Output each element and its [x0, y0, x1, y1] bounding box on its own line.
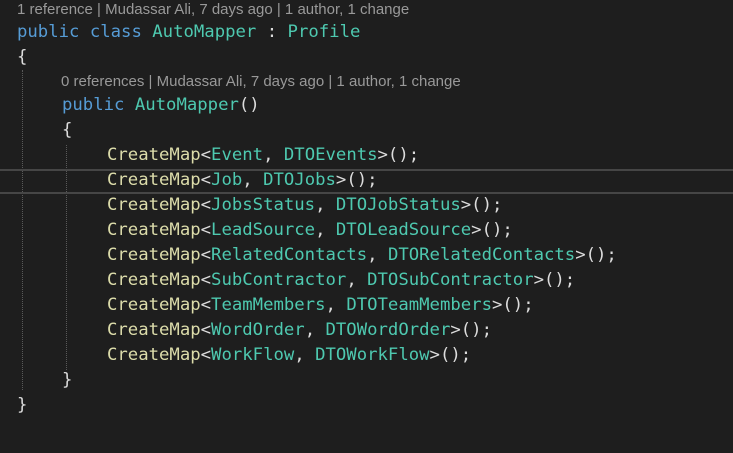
keyword-class: class — [89, 22, 142, 42]
comma: , — [367, 245, 388, 265]
method-name: CreateMap — [107, 270, 201, 290]
call-end: >(); — [335, 170, 378, 190]
code-line: CreateMap<RelatedContacts, DTORelatedCon… — [107, 243, 617, 268]
open-brace: { — [62, 120, 73, 140]
ctor-close-brace-line: } — [62, 368, 72, 393]
class-codelens[interactable]: 1 reference | Mudassar Ali, 7 days ago |… — [17, 0, 409, 20]
code-line: CreateMap<Event, DTOEvents>(); — [107, 143, 419, 168]
method-name: CreateMap — [107, 170, 201, 190]
ctor-declaration-line: public AutoMapper() — [62, 93, 260, 118]
keyword-public: public — [62, 95, 125, 115]
call-end: >(); — [429, 345, 472, 365]
dest-type: DTORelatedContacts — [387, 245, 576, 265]
method-name: CreateMap — [107, 295, 201, 315]
class-name: AutoMapper — [152, 22, 257, 42]
dest-type: DTOJobs — [263, 170, 336, 190]
ctor-parens: () — [238, 95, 260, 115]
method-name: CreateMap — [107, 245, 201, 265]
close-brace: } — [17, 395, 28, 415]
comma: , — [325, 295, 347, 315]
call-end: >(); — [460, 195, 503, 215]
method-name: CreateMap — [107, 195, 201, 215]
angle-open: < — [200, 270, 212, 290]
base-class-name: Profile — [287, 22, 361, 42]
call-end: >(); — [450, 320, 492, 340]
class-close-brace-line: } — [17, 393, 27, 418]
method-name: CreateMap — [107, 345, 201, 365]
comma: , — [294, 345, 316, 365]
class-declaration-line: public class AutoMapper : Profile — [17, 20, 360, 45]
call-end: >(); — [471, 220, 513, 240]
code-line: CreateMap<SubContractor, DTOSubContracto… — [107, 268, 575, 293]
angle-open: < — [200, 345, 212, 365]
comma: , — [304, 320, 326, 340]
angle-open: < — [200, 245, 212, 265]
angle-open: < — [200, 195, 212, 215]
source-type: SubContractor — [211, 270, 347, 290]
code-line: CreateMap<WorkFlow, DTOWorkFlow>(); — [107, 343, 471, 368]
angle-open: < — [200, 320, 212, 340]
angle-open: < — [200, 145, 212, 165]
call-end: >(); — [377, 145, 420, 165]
code-line: CreateMap<LeadSource, DTOLeadSource>(); — [107, 218, 513, 243]
method-name: CreateMap — [107, 320, 201, 340]
dest-type: DTOLeadSource — [335, 220, 472, 240]
close-brace: } — [62, 370, 73, 390]
source-type: WordOrder — [211, 320, 305, 340]
code-editor[interactable]: 1 reference | Mudassar Ali, 7 days ago |… — [0, 0, 733, 453]
angle-open: < — [200, 220, 212, 240]
keyword-public: public — [17, 22, 80, 42]
code-line: CreateMap<Job, DTOJobs>(); — [107, 168, 378, 193]
comma: , — [315, 220, 336, 240]
call-end: >(); — [491, 295, 534, 315]
source-type: JobsStatus — [211, 195, 316, 215]
inheritance-separator: : — [256, 22, 288, 42]
ctor-codelens[interactable]: 0 references | Mudassar Ali, 7 days ago … — [61, 72, 461, 92]
dest-type: DTOJobStatus — [335, 195, 461, 215]
class-open-brace-line: { — [17, 45, 27, 70]
source-type: RelatedContacts — [211, 245, 368, 265]
dest-type: DTOWorkFlow — [315, 345, 430, 365]
dest-type: DTOTeamMembers — [346, 295, 492, 315]
source-type: Event — [211, 145, 264, 165]
dest-type: DTOWordOrder — [325, 320, 451, 340]
dest-type: DTOSubContractor — [367, 270, 534, 290]
call-end: >(); — [575, 245, 617, 265]
code-line: CreateMap<TeamMembers, DTOTeamMembers>()… — [107, 293, 534, 318]
code-line: CreateMap<JobsStatus, DTOJobStatus>(); — [107, 193, 502, 218]
source-type: LeadSource — [211, 220, 316, 240]
comma: , — [263, 145, 284, 165]
code-line: CreateMap<WordOrder, DTOWordOrder>(); — [107, 318, 492, 343]
indent-guide — [22, 70, 23, 390]
call-end: >(); — [533, 270, 576, 290]
angle-open: < — [200, 170, 212, 190]
dest-type: DTOEvents — [283, 145, 378, 165]
open-brace: { — [17, 47, 28, 67]
source-type: TeamMembers — [211, 295, 326, 315]
ctor-name: AutoMapper — [134, 95, 239, 115]
ctor-open-brace-line: { — [62, 118, 72, 143]
angle-open: < — [200, 295, 212, 315]
method-name: CreateMap — [107, 220, 201, 240]
source-type: WorkFlow — [211, 345, 295, 365]
comma: , — [346, 270, 368, 290]
source-type: Job — [211, 170, 243, 190]
comma: , — [315, 195, 336, 215]
method-name: CreateMap — [107, 145, 201, 165]
comma: , — [242, 170, 264, 190]
